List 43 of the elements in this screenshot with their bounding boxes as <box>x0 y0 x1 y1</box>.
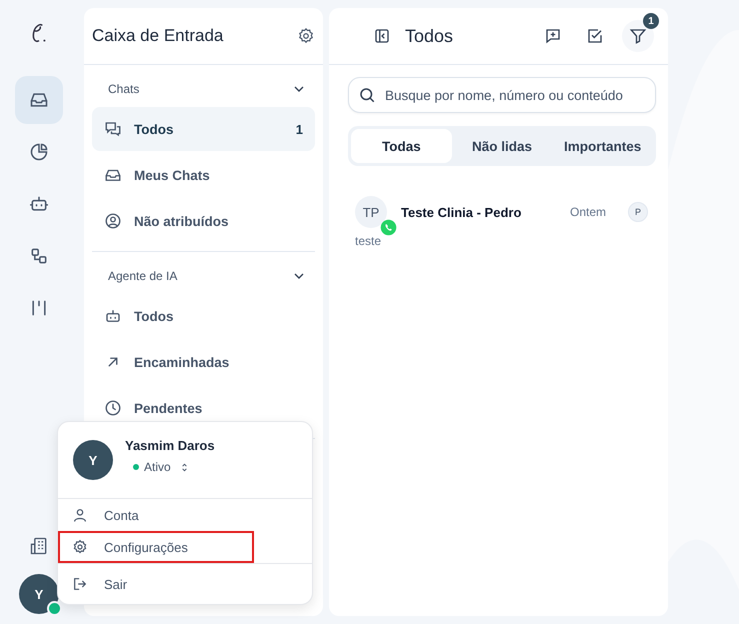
sidebar-toggle-icon[interactable] <box>373 27 391 45</box>
user-menu-item[interactable]: Configurações <box>58 531 254 563</box>
whatsapp-icon <box>380 219 397 236</box>
nav-inbox-button[interactable] <box>15 76 63 124</box>
checkbox-icon[interactable] <box>586 27 604 45</box>
filter-icon <box>629 27 647 45</box>
message-time: Ontem <box>570 205 606 219</box>
inbox-menu-item[interactable]: Meus Chats <box>92 153 315 197</box>
flow-icon <box>29 246 49 266</box>
section-header[interactable]: Chats <box>92 65 315 107</box>
user-circle-icon <box>104 212 122 230</box>
inbox-menu-item[interactable]: Todos <box>92 294 315 338</box>
settings-icon <box>72 539 88 555</box>
clock-icon <box>104 399 122 417</box>
logout-icon <box>72 576 88 592</box>
status-selector[interactable]: Ativo <box>133 460 215 474</box>
agent-avatar: P <box>628 202 648 222</box>
user-avatar: Y <box>73 440 113 480</box>
building-icon[interactable] <box>29 536 49 556</box>
user-menu-item[interactable]: Sair <box>58 564 254 604</box>
inbox-menu-item[interactable]: Todos 1 <box>92 107 315 151</box>
user-menu-item[interactable]: Conta <box>58 499 254 531</box>
search-field[interactable]: Busque por nome, número ou conteúdo <box>348 77 656 113</box>
user-avatar[interactable]: Y <box>19 574 59 614</box>
user-icon <box>72 507 88 523</box>
robot-icon <box>104 307 122 325</box>
chat-bubbles-icon <box>104 120 122 138</box>
user-name: Yasmim Daros <box>125 438 215 453</box>
filter-tab[interactable]: Todas <box>351 129 452 163</box>
section-header[interactable]: Agente de IA <box>92 252 315 294</box>
panel-title: Caixa de Entrada <box>92 26 224 46</box>
contact-name[interactable]: Teste Clinia - Pedro <box>401 204 560 220</box>
inbox-menu-item[interactable]: Encaminhadas <box>92 340 315 384</box>
filter-tab[interactable]: Não lidas <box>452 129 552 163</box>
filter-tab[interactable]: Importantes <box>552 129 654 163</box>
panel-title: Todos <box>405 26 454 46</box>
filter-count-badge: 1 <box>643 13 659 29</box>
settings-icon[interactable] <box>297 27 315 45</box>
message-preview: teste <box>355 234 382 248</box>
inbox-menu-item[interactable]: Pendentes <box>92 386 315 430</box>
inbox-menu-item[interactable]: Não atribuídos <box>92 199 315 243</box>
pie-chart-icon <box>29 142 49 162</box>
new-message-icon[interactable] <box>544 27 562 45</box>
